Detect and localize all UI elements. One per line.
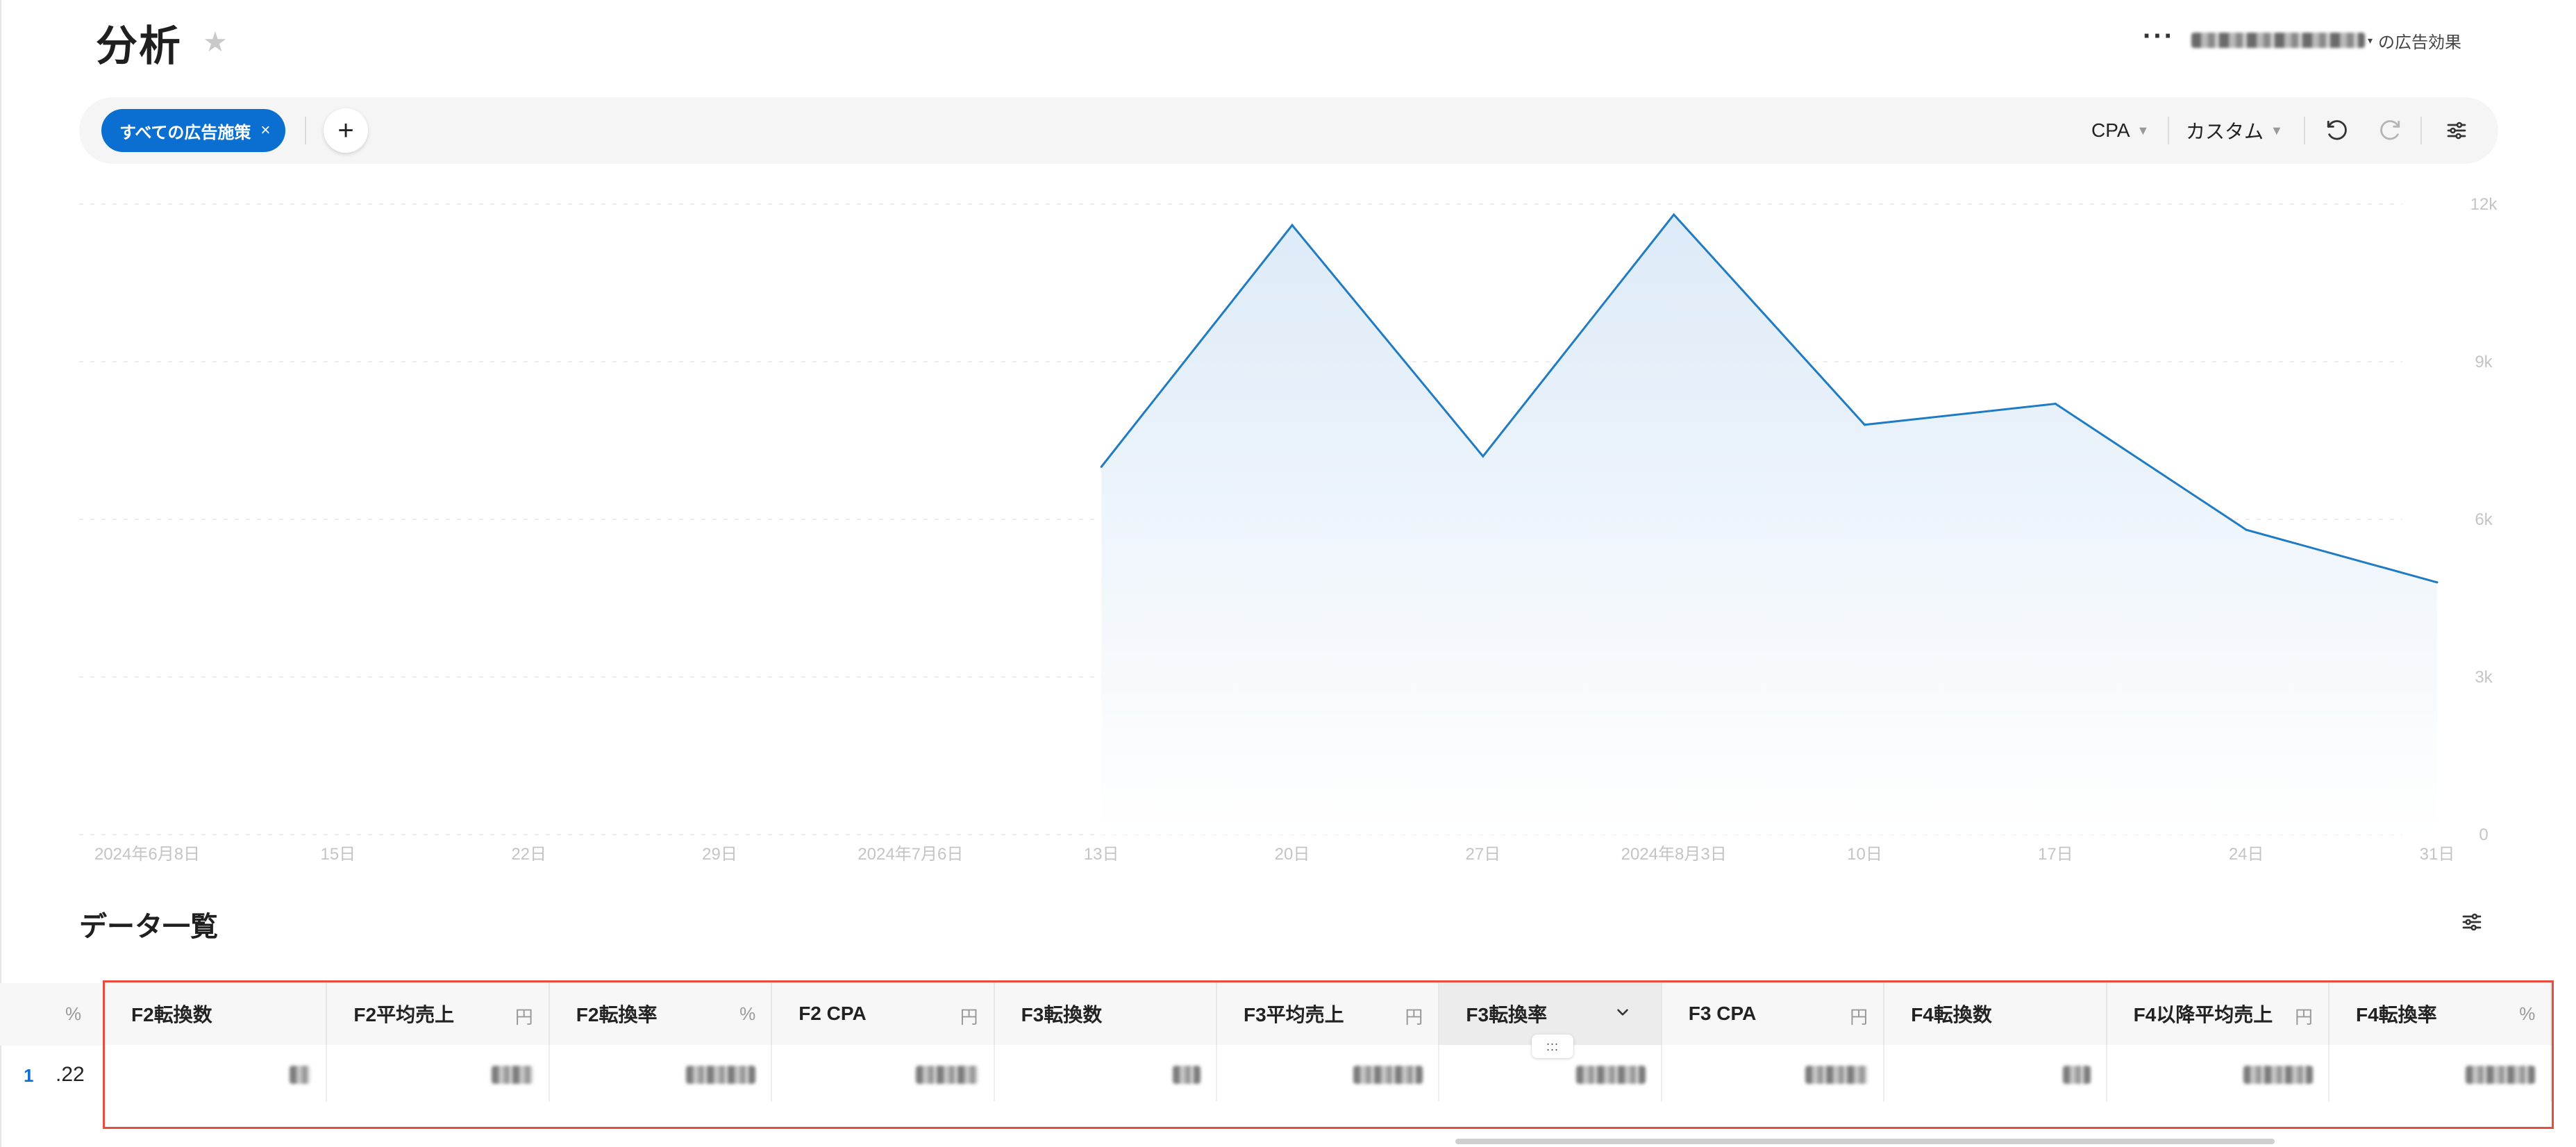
undo-icon[interactable] — [2322, 115, 2352, 146]
y-tick-label: 9k — [2475, 353, 2493, 371]
redo-icon[interactable] — [2375, 115, 2405, 146]
date-range-value: カスタム — [2186, 121, 2264, 142]
data-point — [2436, 581, 2439, 584]
x-tick-label: 10日 — [1847, 845, 1882, 864]
horizontal-scrollbar[interactable] — [1455, 1139, 2275, 1144]
table-cell: .22 — [56, 1063, 85, 1086]
close-icon[interactable]: × — [260, 121, 270, 140]
account-suffix: の広告効果 — [2378, 33, 2462, 52]
data-point — [1100, 465, 1103, 468]
metric-select-value: CPA — [2091, 119, 2130, 141]
page-title: 分析 — [96, 23, 182, 69]
account-selector[interactable]: ▾ の広告効果 — [2191, 28, 2461, 53]
y-tick-label: 6k — [2475, 510, 2493, 529]
drag-handle-icon[interactable]: ::: — [1532, 1035, 1573, 1058]
data-point — [1864, 424, 1866, 426]
x-tick-label: 31日 — [2420, 845, 2455, 864]
divider — [305, 117, 306, 144]
more-horizontal-icon[interactable]: ··· — [2143, 22, 2175, 50]
divider — [2420, 117, 2422, 144]
cpa-area-chart: 0 3k 6k 9k 12k 2024年6月8日 15日 22日 29日 2024年7月6日 13… — [79, 195, 2498, 864]
filter-chip-all-campaigns[interactable]: すべての広告施策 × — [101, 109, 286, 152]
y-tick-label: 0 — [2479, 826, 2488, 844]
caret-down-icon: ▾ — [2368, 34, 2373, 46]
frozen-header-stripe — [0, 983, 103, 1046]
x-tick-label: 15日 — [320, 845, 356, 864]
metric-select[interactable]: CPA ▼ — [2091, 117, 2149, 144]
x-tick-label: 2024年6月8日 — [94, 845, 200, 864]
filter-chip-label: すべての広告施策 — [119, 123, 251, 142]
data-point — [2245, 528, 2248, 531]
column-unit: % — [65, 1003, 82, 1024]
x-tick-label: 27日 — [1465, 845, 1500, 864]
x-tick-label: 22日 — [511, 845, 546, 864]
data-point — [1673, 213, 1675, 216]
sliders-icon[interactable] — [2461, 911, 2491, 941]
data-point — [1482, 455, 1484, 458]
x-tick-label: 29日 — [702, 845, 737, 864]
date-range-select[interactable]: カスタム ▼ — [2186, 117, 2283, 144]
x-tick-label: 13日 — [1084, 845, 1119, 864]
data-point — [1291, 224, 1294, 226]
x-tick-label: 17日 — [2038, 845, 2073, 864]
data-point — [2054, 403, 2057, 405]
caret-down-icon: ▼ — [2270, 123, 2283, 137]
star-icon[interactable]: ★ — [203, 26, 228, 58]
x-tick-label: 2024年8月3日 — [1621, 845, 1727, 864]
x-tick-label: 20日 — [1275, 845, 1310, 864]
add-filter-button[interactable]: + — [324, 108, 368, 153]
y-tick-label: 3k — [2475, 668, 2493, 687]
y-tick-label: 12k — [2470, 195, 2498, 214]
data-list-title: データ一覧 — [79, 912, 218, 942]
account-name-redacted — [2191, 33, 2365, 48]
filter-toolbar: すべての広告施策 × + CPA ▼ カスタム ▼ — [79, 97, 2498, 164]
sliders-icon[interactable] — [2441, 115, 2472, 146]
caret-down-icon: ▼ — [2136, 123, 2150, 137]
divider — [2304, 117, 2305, 144]
x-tick-label: 2024年7月6日 — [858, 845, 963, 864]
highlight-annotation — [103, 980, 2554, 1129]
row-number[interactable]: 1 — [24, 1065, 33, 1087]
divider — [2168, 117, 2169, 144]
x-tick-label: 24日 — [2229, 845, 2264, 864]
